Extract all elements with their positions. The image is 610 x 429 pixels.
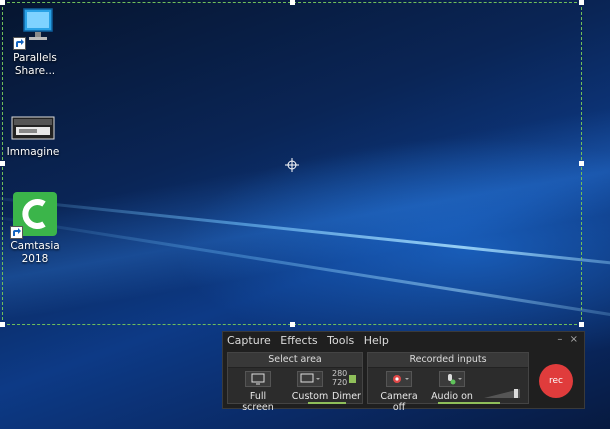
menu-capture[interactable]: Capture [227, 334, 271, 347]
width-value[interactable]: 280 [332, 369, 347, 378]
close-button[interactable]: × [570, 334, 578, 345]
move-crosshair-icon[interactable] [285, 157, 299, 172]
camera-off-icon [386, 371, 412, 387]
recorder-menu-bar: Capture Effects Tools Help [227, 334, 395, 347]
selection-handle-top-right[interactable] [579, 0, 584, 5]
dimensions-label: Dimer [332, 391, 361, 402]
camera-label: Camera off [380, 391, 418, 413]
audio-label: Audio on [431, 391, 473, 402]
selection-handle-bottom[interactable] [290, 322, 295, 327]
selection-handle-top-left[interactable] [0, 0, 5, 5]
selection-handle-bottom-right[interactable] [579, 322, 584, 327]
camera-toggle-button[interactable]: Camera off [374, 371, 424, 413]
select-area-panel: Select area Full screen Custom 280 720 D… [227, 352, 363, 413]
selection-handle-bottom-left[interactable] [0, 322, 5, 327]
custom-label: Custom [291, 391, 329, 402]
recorded-inputs-panel: Recorded inputs Camera off Audio on [367, 352, 529, 413]
recorded-inputs-title: Recorded inputs [368, 353, 528, 368]
selection-handle-left[interactable] [0, 161, 5, 166]
audio-active-indicator [438, 402, 500, 404]
dimensions-readout[interactable]: 280 720 [332, 369, 347, 387]
minimize-button[interactable]: – [557, 334, 562, 345]
full-screen-label: Full screen [242, 391, 274, 413]
custom-active-indicator [308, 402, 346, 404]
menu-effects[interactable]: Effects [280, 334, 317, 347]
monitor-icon [245, 371, 271, 387]
audio-level-slider[interactable] [484, 384, 520, 398]
custom-button[interactable]: Custom [290, 371, 330, 402]
record-button[interactable]: rec [539, 364, 573, 398]
selection-handle-top[interactable] [290, 0, 295, 5]
menu-help[interactable]: Help [364, 334, 389, 347]
audio-toggle-button[interactable]: Audio on [430, 371, 474, 402]
window-controls: – × [557, 334, 578, 345]
selection-handle-right[interactable] [579, 161, 584, 166]
lock-icon[interactable] [349, 375, 356, 383]
select-area-title: Select area [228, 353, 362, 368]
recorder-toolbar: Capture Effects Tools Help – × Select ar… [222, 331, 585, 413]
height-value[interactable]: 720 [332, 378, 347, 387]
monitor-dropdown-icon [297, 371, 323, 387]
full-screen-button[interactable]: Full screen [234, 371, 282, 413]
microphone-icon [439, 371, 465, 387]
menu-tools[interactable]: Tools [327, 334, 354, 347]
